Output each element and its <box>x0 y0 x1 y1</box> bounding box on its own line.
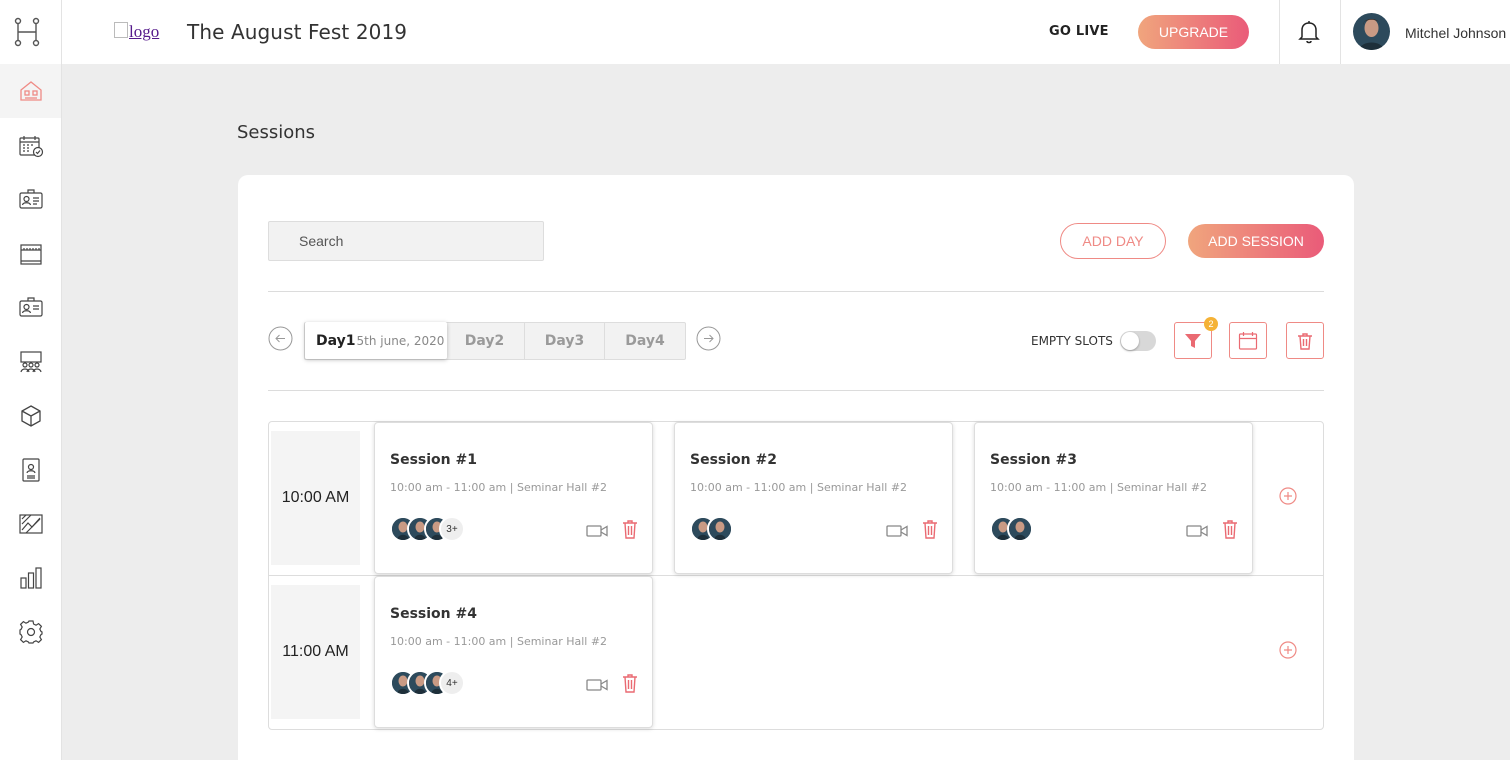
empty-slots-label: EMPTY SLOTS <box>1031 334 1113 348</box>
add-session-plus-icon[interactable] <box>1278 640 1298 660</box>
day-tabs: Day2 Day3 Day4 Day1 5th june, 2020 <box>304 322 686 360</box>
video-camera-icon[interactable] <box>586 523 608 539</box>
time-slot-label: 10:00 AM <box>271 431 360 565</box>
storefront-icon <box>19 244 42 265</box>
session-time-location: 10:00 am - 11:00 am | Seminar Hall #2 <box>390 635 608 648</box>
cube-icon <box>20 405 41 427</box>
session-time-location: 10:00 am - 11:00 am | Seminar Hall #2 <box>390 481 608 494</box>
sidebar <box>0 0 62 760</box>
previous-day-arrow-icon[interactable] <box>268 326 293 351</box>
tab-day3[interactable]: Day3 <box>524 323 604 359</box>
tab-day2[interactable]: Day2 <box>445 323 524 359</box>
divider <box>268 291 1324 292</box>
video-camera-icon[interactable] <box>586 677 608 693</box>
toggle-knob <box>1121 332 1139 350</box>
calendar-button[interactable] <box>1229 322 1267 359</box>
sidebar-item-booths[interactable] <box>0 227 61 281</box>
header-divider <box>1340 0 1341 64</box>
session-card[interactable]: Session #3 10:00 am - 11:00 am | Seminar… <box>974 422 1253 574</box>
badge-icon <box>18 297 43 317</box>
avatar-photo <box>1353 13 1390 50</box>
id-card-icon <box>18 189 43 209</box>
logo-alt-text: logo <box>129 22 160 41</box>
broken-image-icon <box>114 22 128 38</box>
meeting-icon <box>19 351 42 373</box>
filter-button[interactable]: 2 <box>1174 317 1218 359</box>
filter-count-badge: 2 <box>1204 317 1218 331</box>
add-session-plus-icon[interactable] <box>1278 486 1298 506</box>
speaker-avatar <box>707 516 733 542</box>
more-speakers-count: 3+ <box>439 516 465 542</box>
schedule-grid: 10:00 AM Session #1 10:00 am - 11:00 am … <box>268 421 1324 730</box>
trash-icon <box>1298 332 1312 350</box>
session-title: Session #3 <box>990 452 1077 468</box>
page-title: Sessions <box>237 122 316 143</box>
header-divider <box>1279 0 1280 64</box>
session-time-location: 10:00 am - 11:00 am | Seminar Hall #2 <box>990 481 1208 494</box>
event-title: The August Fest 2019 <box>187 20 408 44</box>
day-label: Day1 <box>316 332 356 349</box>
trash-icon[interactable] <box>922 519 938 539</box>
day-date: 5th june, 2020 <box>356 333 445 348</box>
more-speakers-count: 4+ <box>439 670 465 696</box>
bar-chart-icon <box>19 567 42 589</box>
sidebar-item-contacts[interactable] <box>0 443 61 497</box>
sidebar-item-agenda[interactable] <box>0 119 61 173</box>
session-card[interactable]: Session #2 10:00 am - 11:00 am | Seminar… <box>674 422 953 574</box>
filter-icon <box>1185 333 1201 348</box>
time-slot-label: 11:00 AM <box>271 585 360 719</box>
upgrade-button[interactable]: UPGRADE <box>1138 15 1249 49</box>
add-session-button[interactable]: ADD SESSION <box>1188 224 1324 258</box>
sidebar-item-reports[interactable] <box>0 551 61 605</box>
speaker-avatar <box>1007 516 1033 542</box>
calendar-check-icon <box>18 136 43 158</box>
settings-icon <box>18 620 43 644</box>
sidebar-item-settings[interactable] <box>0 605 61 659</box>
sessions-card: ADD DAY ADD SESSION Day2 Day3 Day4 Day15… <box>238 175 1354 760</box>
session-time-location: 10:00 am - 11:00 am | Seminar Hall #2 <box>690 481 908 494</box>
session-title: Session #2 <box>690 452 777 468</box>
trash-icon[interactable] <box>1222 519 1238 539</box>
sidebar-item-home[interactable] <box>0 64 61 118</box>
sidebar-item-speakers[interactable] <box>0 281 61 335</box>
sidebar-item-meetings[interactable] <box>0 335 61 389</box>
session-title: Session #1 <box>390 452 477 468</box>
sidebar-item-analytics[interactable] <box>0 497 61 551</box>
video-camera-icon[interactable] <box>1186 523 1208 539</box>
session-card[interactable]: Session #1 10:00 am - 11:00 am | Seminar… <box>374 422 653 574</box>
search-input[interactable] <box>268 221 544 261</box>
next-day-arrow-icon[interactable] <box>696 326 721 351</box>
contact-book-icon <box>21 458 40 482</box>
user-avatar[interactable] <box>1353 13 1390 50</box>
empty-slots-toggle[interactable] <box>1120 331 1156 351</box>
home-icon <box>19 81 42 101</box>
session-title: Session #4 <box>390 606 477 622</box>
sidebar-item-attendees[interactable] <box>0 173 61 227</box>
add-day-button[interactable]: ADD DAY <box>1060 223 1166 259</box>
delete-day-button[interactable] <box>1286 322 1324 359</box>
top-header: logo The August Fest 2019 GO LIVE UPGRAD… <box>62 0 1510 64</box>
chart-line-icon <box>18 514 43 534</box>
user-name[interactable]: Mitchel Johnson <box>1405 25 1506 41</box>
video-camera-icon[interactable] <box>886 523 908 539</box>
go-live-button[interactable]: GO LIVE <box>1049 24 1109 39</box>
sidebar-item-products[interactable] <box>0 389 61 443</box>
trash-icon[interactable] <box>622 673 638 693</box>
app-logo-icon[interactable] <box>13 17 41 47</box>
divider <box>268 390 1324 391</box>
session-card[interactable]: Session #4 10:00 am - 11:00 am | Seminar… <box>374 576 653 728</box>
trash-icon[interactable] <box>622 519 638 539</box>
tab-day4[interactable]: Day4 <box>604 323 685 359</box>
calendar-icon <box>1238 331 1258 350</box>
event-logo[interactable]: logo <box>114 22 159 42</box>
tab-day1[interactable]: Day1 5th june, 2020 <box>305 322 447 359</box>
notification-bell-icon[interactable] <box>1298 19 1320 45</box>
